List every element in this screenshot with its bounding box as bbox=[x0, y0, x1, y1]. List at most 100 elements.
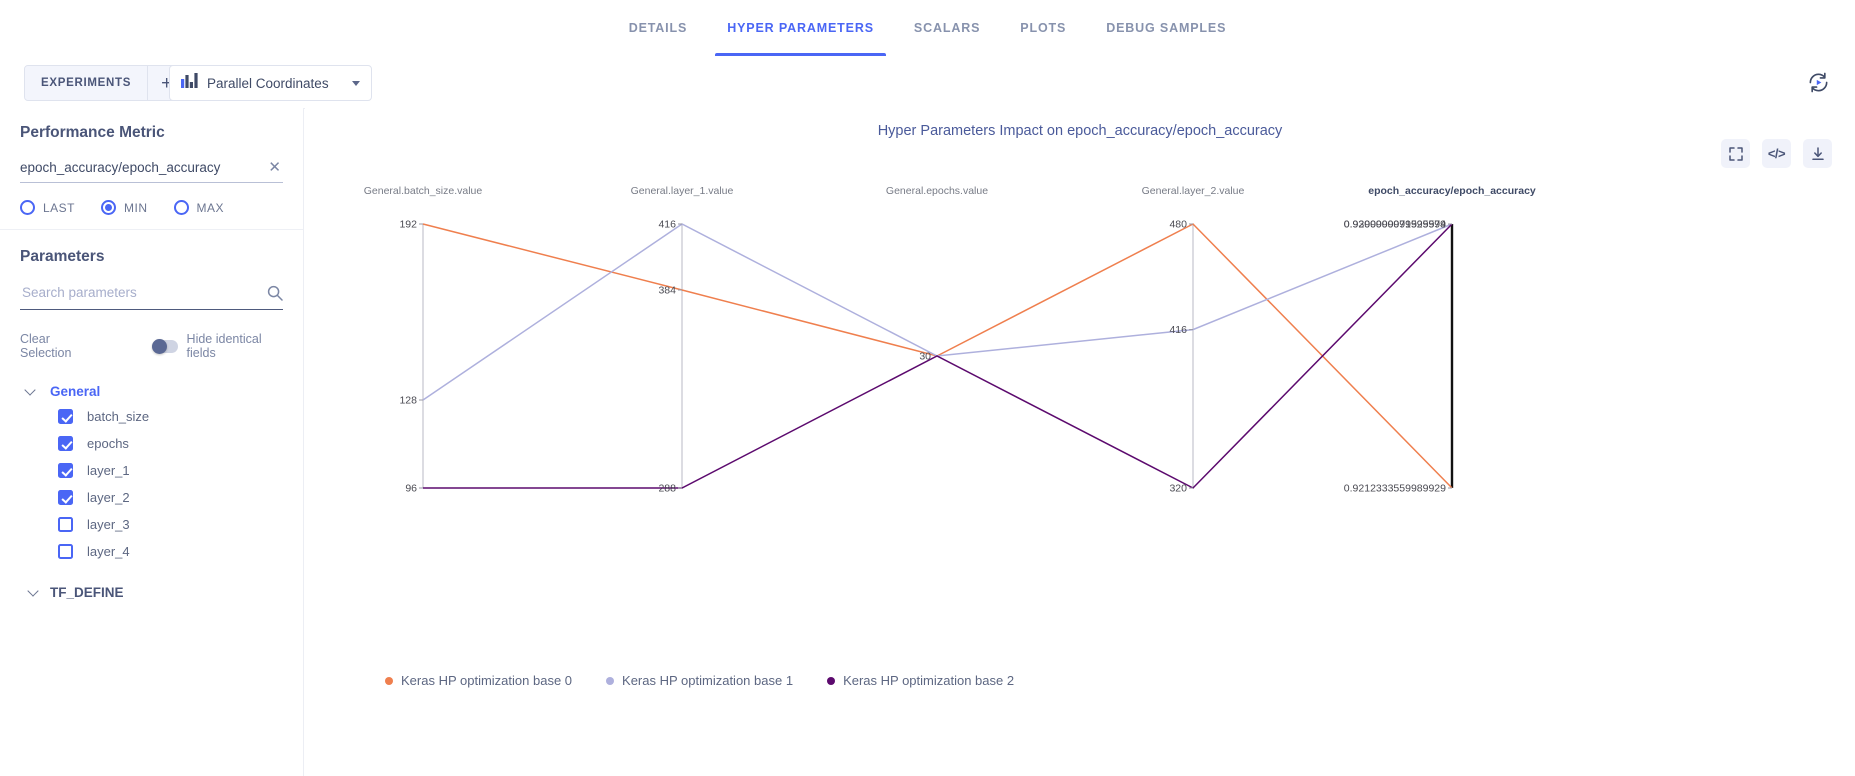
parameter-item-batch-size[interactable]: batch_size bbox=[20, 403, 283, 430]
radio-circle-icon bbox=[20, 200, 35, 215]
legend-color-swatch bbox=[827, 676, 836, 685]
tab-plots[interactable]: PLOTS bbox=[1000, 0, 1086, 56]
axis-tick-label: 96 bbox=[405, 483, 417, 495]
axis-tick-label: 30 bbox=[919, 351, 931, 363]
checkbox-icon[interactable] bbox=[58, 436, 73, 451]
checkbox-icon[interactable] bbox=[58, 544, 73, 559]
series-line-1 bbox=[422, 223, 1453, 401]
sidebar: Performance Metric epoch_accuracy/epoch_… bbox=[0, 108, 304, 776]
hide-identical-fields-label: Hide identical fields bbox=[186, 332, 262, 360]
group-header-tf-define[interactable]: TF_DEFINE bbox=[20, 581, 283, 604]
selection-controls-row: Clear Selection Hide identical fields bbox=[20, 332, 283, 360]
group-name-tf-define: TF_DEFINE bbox=[50, 585, 124, 600]
parameter-label: layer_4 bbox=[87, 544, 130, 559]
close-icon[interactable]: ✕ bbox=[266, 160, 283, 175]
axis-tick-label: 416 bbox=[658, 219, 676, 231]
main-tab-bar: DETAILS HYPER PARAMETERS SCALARS PLOTS D… bbox=[0, 0, 1855, 57]
clear-selection-button[interactable]: Clear Selection bbox=[20, 332, 96, 360]
legend-item-1[interactable]: Keras HP optimization base 1 bbox=[606, 673, 793, 688]
radio-max-label: MAX bbox=[196, 200, 225, 215]
axis-tick-label: 384 bbox=[658, 285, 676, 297]
axis-tick-label: 0.9212333559989929 bbox=[1344, 483, 1446, 495]
search-icon[interactable] bbox=[267, 285, 283, 301]
axis-tick-label: 320 bbox=[1169, 483, 1187, 495]
search-input[interactable] bbox=[20, 284, 267, 301]
axis-tick-label: 288 bbox=[658, 483, 676, 495]
legend-item-0[interactable]: Keras HP optimization base 0 bbox=[385, 673, 572, 688]
radio-max[interactable]: MAX bbox=[173, 200, 225, 215]
chevron-up-icon bbox=[26, 386, 37, 397]
auto-refresh-icon bbox=[1809, 72, 1827, 92]
radio-circle-icon bbox=[173, 200, 189, 215]
axis-tick-label: 416 bbox=[1169, 324, 1187, 336]
axis-tick-label: 480 bbox=[1169, 219, 1187, 231]
axis-title: epoch_accuracy/epoch_accuracy bbox=[1368, 185, 1536, 197]
tab-list: DETAILS HYPER PARAMETERS SCALARS PLOTS D… bbox=[609, 0, 1247, 56]
chevron-down-icon bbox=[351, 80, 360, 86]
parameter-item-layer-1[interactable]: layer_1 bbox=[20, 457, 283, 484]
hide-identical-fields-toggle[interactable] bbox=[152, 338, 178, 354]
radio-last[interactable]: LAST bbox=[20, 200, 75, 215]
checkbox-icon[interactable] bbox=[58, 463, 73, 478]
chart-legend: Keras HP optimization base 0 Keras HP op… bbox=[385, 673, 1014, 688]
hyperparameters-page: DETAILS HYPER PARAMETERS SCALARS PLOTS D… bbox=[0, 0, 1855, 776]
radio-min-label: MIN bbox=[124, 200, 148, 215]
parameter-group-tf-define: TF_DEFINE bbox=[20, 581, 283, 604]
hide-identical-fields-control: Hide identical fields bbox=[152, 332, 283, 360]
parameter-label: layer_1 bbox=[87, 463, 130, 478]
parameter-group-general: General batch_size epochs layer_1 layer_… bbox=[20, 380, 283, 565]
experiments-button[interactable]: EXPERIMENTS bbox=[25, 66, 148, 100]
axis-tick-label: 128 bbox=[399, 395, 417, 407]
auto-refresh-button[interactable] bbox=[1803, 67, 1833, 97]
parameters-title: Parameters bbox=[20, 248, 105, 265]
radio-min[interactable]: MIN bbox=[101, 200, 148, 215]
experiments-button-group: EXPERIMENTS + bbox=[24, 65, 187, 101]
parameter-item-layer-3[interactable]: layer_3 bbox=[20, 511, 283, 538]
axis-tick-label: 192 bbox=[399, 219, 417, 231]
toolbar: EXPERIMENTS + Parallel Coordinates bbox=[0, 56, 1855, 109]
checkbox-icon[interactable] bbox=[58, 409, 73, 424]
checkbox-icon[interactable] bbox=[58, 490, 73, 505]
search-parameters-row bbox=[20, 284, 283, 310]
axis-title: General.layer_1.value bbox=[631, 185, 734, 197]
parameter-label: epochs bbox=[87, 436, 129, 451]
parameter-item-layer-2[interactable]: layer_2 bbox=[20, 484, 283, 511]
view-type-label: Parallel Coordinates bbox=[207, 75, 329, 91]
legend-label: Keras HP optimization base 2 bbox=[843, 673, 1015, 688]
legend-label: Keras HP optimization base 0 bbox=[401, 673, 573, 688]
parameters-section: Parameters Clear Selection Hide identica bbox=[0, 230, 303, 604]
chevron-down-icon bbox=[26, 587, 37, 598]
axis-tick-group: 19212896416384288304804163200.9300000071… bbox=[399, 219, 1452, 495]
parameter-label: layer_2 bbox=[87, 490, 130, 505]
parameter-item-layer-4[interactable]: layer_4 bbox=[20, 538, 283, 565]
group-name-general: General bbox=[50, 384, 101, 399]
legend-item-2[interactable]: Keras HP optimization base 2 bbox=[827, 673, 1014, 688]
tab-details[interactable]: DETAILS bbox=[609, 0, 708, 56]
parameter-label: layer_3 bbox=[87, 517, 130, 532]
radio-circle-icon bbox=[101, 200, 117, 215]
performance-metric-field[interactable]: epoch_accuracy/epoch_accuracy ✕ bbox=[20, 160, 283, 183]
axis-tick-label: 0.9299999999999999 bbox=[1344, 219, 1446, 231]
axis-title: General.layer_2.value bbox=[1142, 185, 1245, 197]
legend-color-swatch bbox=[606, 676, 615, 685]
chart-type-icon bbox=[181, 73, 198, 93]
toggle-knob bbox=[152, 338, 168, 354]
radio-last-label: LAST bbox=[43, 200, 76, 215]
tab-debug-samples[interactable]: DEBUG SAMPLES bbox=[1086, 0, 1246, 56]
group-header-general[interactable]: General bbox=[20, 380, 283, 403]
parameter-label: batch_size bbox=[87, 409, 150, 424]
chart-panel: Hyper Parameters Impact on epoch_accurac… bbox=[305, 108, 1855, 776]
axis-title-group: General.batch_size.value General.layer_1.… bbox=[364, 185, 1536, 197]
view-type-select[interactable]: Parallel Coordinates bbox=[169, 65, 372, 101]
aggregation-radio-group: LAST MIN MAX bbox=[20, 200, 283, 215]
tab-scalars[interactable]: SCALARS bbox=[894, 0, 1000, 56]
axis-title: General.batch_size.value bbox=[364, 185, 483, 197]
legend-label: Keras HP optimization base 1 bbox=[622, 673, 794, 688]
axis-title: General.epochs.value bbox=[886, 185, 988, 197]
series-line-group bbox=[422, 223, 1453, 489]
legend-color-swatch bbox=[385, 676, 393, 685]
performance-metric-value: epoch_accuracy/epoch_accuracy bbox=[20, 160, 221, 175]
tab-hyper-parameters[interactable]: HYPER PARAMETERS bbox=[707, 0, 894, 56]
checkbox-icon[interactable] bbox=[58, 517, 73, 532]
parameter-item-epochs[interactable]: epochs bbox=[20, 430, 283, 457]
